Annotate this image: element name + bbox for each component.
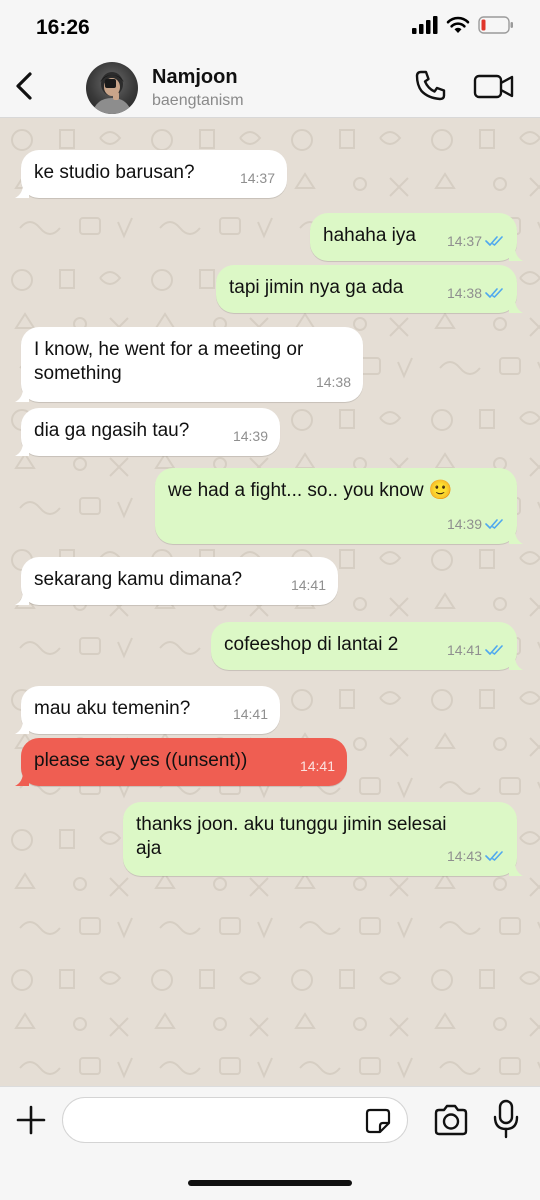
- message-time: 14:37: [446, 233, 482, 249]
- message-time: 14:41: [299, 758, 335, 774]
- message-meta: 14:38: [447, 281, 505, 305]
- message-meta: 14:37: [447, 229, 505, 253]
- message-bubble-outgoing[interactable]: cofeeshop di lantai 2 14:41: [211, 622, 523, 670]
- message-time: 14:41: [232, 706, 268, 722]
- message-bubble-incoming[interactable]: mau aku temenin? 14:41: [15, 686, 280, 734]
- message-time: 14:39: [446, 516, 482, 532]
- message-meta: 14:41: [447, 638, 505, 662]
- plus-icon[interactable]: [14, 1103, 48, 1137]
- message-text: tapi jimin nya ga ada: [229, 277, 404, 298]
- status-icons: [412, 16, 514, 34]
- message-bubble-outgoing[interactable]: thanks joon. aku tunggu jimin selesai aj…: [123, 802, 523, 876]
- phone-icon[interactable]: [412, 68, 448, 104]
- message-meta: 14:41: [291, 573, 326, 597]
- message-bubble-outgoing[interactable]: we had a fight... so.. you know 🙂 14:39: [155, 468, 523, 544]
- message-bubble-outgoing[interactable]: hahaha iya 14:37: [310, 213, 523, 261]
- message-text: please say yes ((unsent)): [34, 750, 248, 771]
- message-time: 14:39: [232, 428, 268, 444]
- message-meta: 14:39: [233, 424, 268, 448]
- message-meta: 14:41: [300, 754, 335, 778]
- camera-icon[interactable]: [432, 1103, 470, 1137]
- message-text: dia ga ngasih tau?: [34, 420, 190, 441]
- message-text: I know, he went for a meeting or somethi…: [34, 339, 304, 384]
- read-receipt-icon: [485, 288, 503, 298]
- message-text: hahaha iya: [323, 225, 416, 246]
- message-time: 14:38: [446, 285, 482, 301]
- message-bubble-incoming[interactable]: dia ga ngasih tau? 14:39: [15, 408, 280, 456]
- message-bubble-incoming[interactable]: I know, he went for a meeting or somethi…: [15, 327, 363, 402]
- contact-subtitle: baengtanism: [152, 92, 244, 109]
- message-time: 14:37: [239, 170, 275, 186]
- message-meta: 14:39: [447, 512, 505, 536]
- status-time: 16:26: [36, 16, 90, 39]
- message-bubble-incoming[interactable]: ke studio barusan? 14:37: [15, 150, 287, 198]
- battery-icon: [478, 16, 513, 34]
- message-meta: 14:43: [447, 844, 505, 868]
- message-time: 14:41: [446, 642, 482, 658]
- chat-header: Namjoon baengtanism: [0, 56, 540, 118]
- message-time: 14:41: [290, 577, 326, 593]
- read-receipt-icon: [485, 519, 503, 529]
- message-text: sekarang kamu dimana?: [34, 569, 243, 590]
- message-meta: 14:41: [233, 702, 268, 726]
- wifi-icon: [446, 16, 470, 33]
- sticker-icon[interactable]: [364, 1107, 392, 1135]
- read-receipt-icon: [485, 851, 503, 861]
- message-bubble-incoming[interactable]: sekarang kamu dimana? 14:41: [15, 557, 338, 605]
- read-receipt-icon: [485, 645, 503, 655]
- message-text: mau aku temenin?: [34, 698, 191, 719]
- message-meta: 14:38: [316, 370, 351, 394]
- message-time: 14:43: [446, 848, 482, 864]
- message-time: 14:38: [315, 374, 351, 390]
- video-icon[interactable]: [472, 68, 516, 104]
- mic-icon[interactable]: [492, 1099, 520, 1139]
- message-bubble-unsent[interactable]: please say yes ((unsent)) 14:41: [15, 738, 347, 786]
- contact-name[interactable]: Namjoon: [152, 66, 238, 89]
- message-text: we had a fight... so.. you know 🙂: [168, 480, 453, 501]
- message-text: cofeeshop di lantai 2: [224, 634, 399, 655]
- message-text: thanks joon. aku tunggu jimin selesai aj…: [136, 814, 447, 859]
- home-indicator[interactable]: [188, 1180, 352, 1186]
- message-bubble-outgoing[interactable]: tapi jimin nya ga ada 14:38: [216, 265, 523, 313]
- chat-area[interactable]: ke studio barusan? 14:37 hahaha iya 14:3…: [0, 118, 540, 1086]
- message-text: ke studio barusan?: [34, 162, 195, 183]
- back-icon[interactable]: [10, 68, 40, 104]
- avatar[interactable]: [86, 62, 138, 114]
- message-input[interactable]: [62, 1097, 408, 1143]
- read-receipt-icon: [485, 236, 503, 246]
- signal-icon: [412, 16, 438, 34]
- message-meta: 14:37: [240, 166, 275, 190]
- status-bar: 16:26: [0, 0, 540, 56]
